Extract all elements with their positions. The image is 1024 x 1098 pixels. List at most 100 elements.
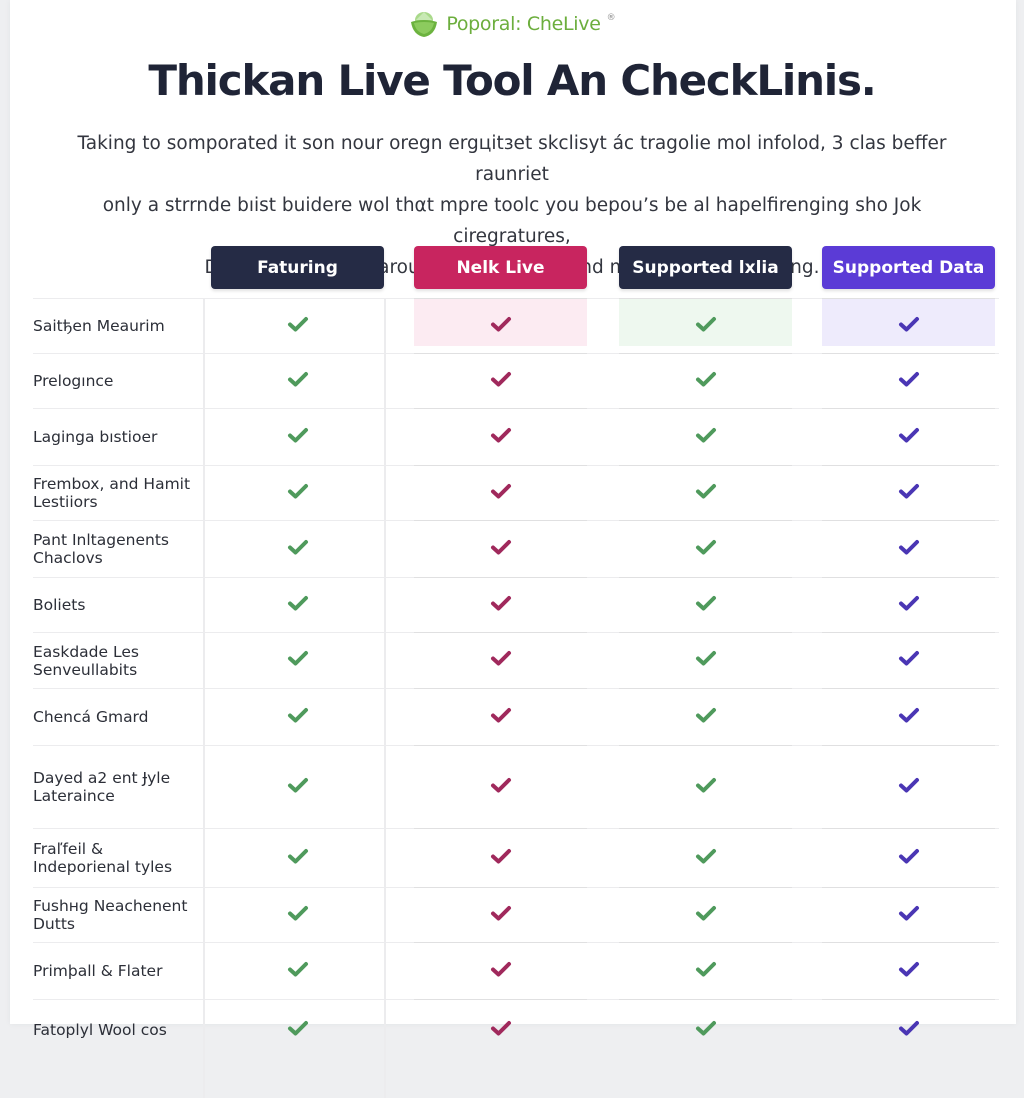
check-cell — [414, 687, 587, 746]
check-cell — [822, 631, 995, 689]
checkmark-icon — [695, 538, 717, 560]
feature-label: Saitђen Meaurim — [33, 317, 165, 335]
table-row: Pant Inltagenents Chaclovs — [33, 519, 999, 578]
check-cell — [211, 631, 384, 689]
checkmark-icon — [490, 315, 512, 337]
check-cell — [414, 519, 587, 578]
column-header[interactable]: Faturing — [211, 246, 384, 289]
checkmark-icon — [490, 776, 512, 798]
check-cell — [414, 631, 587, 689]
checkmark-icon — [287, 960, 309, 982]
checkmark-icon — [695, 904, 717, 926]
checkmark-icon — [695, 706, 717, 728]
green-bowl-logo-icon — [408, 8, 440, 40]
checkmark-icon — [898, 370, 920, 392]
checkmark-icon — [898, 426, 920, 448]
check-cell — [211, 576, 384, 633]
table-row: Fraľfeil & Indeporienal tyles — [33, 827, 999, 888]
feature-label: Fatoplyl Wool cos — [33, 1021, 167, 1039]
check-cell — [619, 998, 792, 1061]
check-cell — [822, 687, 995, 746]
checkmark-icon — [695, 594, 717, 616]
check-cell — [822, 519, 995, 578]
table-row: Frembox, and Hamit Lestiiors — [33, 464, 999, 521]
check-cell — [211, 886, 384, 943]
checkmark-icon — [490, 426, 512, 448]
column-header[interactable]: Supported Data — [822, 246, 995, 289]
checkmark-icon — [695, 649, 717, 671]
table-body: Saitђen Meaurim Prelogınce Laginga bıstioe… — [33, 297, 999, 1061]
checkmark-icon — [490, 960, 512, 982]
table-row: Dayed a2 ent Ɉyle Lateraince — [33, 744, 999, 829]
check-cell — [414, 941, 587, 1000]
feature-label: Boliets — [33, 596, 86, 614]
checkmark-icon — [287, 776, 309, 798]
check-cell — [619, 407, 792, 466]
checkmark-icon — [695, 315, 717, 337]
check-cell — [822, 886, 995, 943]
column-header[interactable]: Supported lxlia — [619, 246, 792, 289]
check-cell — [211, 407, 384, 466]
intro-line: only a strrnde bıist buidere wol thαt mp… — [102, 195, 922, 247]
check-cell — [822, 576, 995, 633]
check-cell — [211, 464, 384, 521]
checkmark-icon — [490, 538, 512, 560]
check-cell — [619, 827, 792, 888]
check-cell — [211, 687, 384, 746]
checkmark-icon — [695, 776, 717, 798]
checkmark-icon — [287, 315, 309, 337]
check-cell — [619, 886, 792, 943]
checkmark-icon — [287, 370, 309, 392]
check-cell — [414, 744, 587, 829]
checkmark-icon — [898, 482, 920, 504]
check-cell — [619, 687, 792, 746]
check-cell — [414, 464, 587, 521]
checkmark-icon — [490, 904, 512, 926]
checkmark-icon — [490, 1019, 512, 1041]
check-cell — [619, 519, 792, 578]
table-row: Saitђen Meaurim — [33, 297, 999, 354]
check-cell — [211, 941, 384, 1000]
table-row: Fatoplyl Wool cos — [33, 998, 999, 1061]
checkmark-icon — [695, 370, 717, 392]
check-cell — [414, 576, 587, 633]
checkmark-icon — [490, 649, 512, 671]
check-cell — [211, 744, 384, 829]
check-cell — [822, 827, 995, 888]
check-cell — [619, 297, 792, 354]
feature-label: Frembox, and Hamit Lestiiors — [33, 475, 191, 511]
feature-label: Fraľfeil & Indeporienal tyles — [33, 840, 173, 876]
check-cell — [619, 464, 792, 521]
intro-line: Taking to somporated it son nour oregn e… — [77, 133, 947, 185]
checkmark-icon — [287, 594, 309, 616]
checkmark-icon — [287, 482, 309, 504]
check-cell — [211, 297, 384, 354]
check-cell — [414, 886, 587, 943]
check-cell — [414, 407, 587, 466]
checkmark-icon — [695, 960, 717, 982]
check-cell — [619, 744, 792, 829]
checkmark-icon — [898, 1019, 920, 1041]
checkmark-icon — [898, 649, 920, 671]
checkmark-icon — [898, 776, 920, 798]
feature-label: Fushнg Neachenent Dutts — [33, 897, 188, 933]
checkmark-icon — [695, 847, 717, 869]
checkmark-icon — [490, 594, 512, 616]
check-cell — [822, 941, 995, 1000]
column-header[interactable]: Nelk Live — [414, 246, 587, 289]
checkmark-icon — [898, 538, 920, 560]
brand-name: Poporal: CheLive — [446, 13, 601, 35]
table-row: Easkdade Les Senveullabits — [33, 631, 999, 689]
table-row: Boliets — [33, 576, 999, 633]
checkmark-icon — [490, 482, 512, 504]
feature-label: Dayed a2 ent Ɉyle Lateraince — [33, 769, 171, 805]
checkmark-icon — [287, 649, 309, 671]
feature-label: Primþall & Flater — [33, 962, 163, 980]
feature-label: Chencá Gmard — [33, 708, 149, 726]
check-cell — [822, 352, 995, 409]
checkmark-icon — [898, 594, 920, 616]
table-row: Primþall & Flater — [33, 941, 999, 1000]
check-cell — [619, 631, 792, 689]
checkmark-icon — [490, 706, 512, 728]
table-row: Prelogınce — [33, 352, 999, 409]
